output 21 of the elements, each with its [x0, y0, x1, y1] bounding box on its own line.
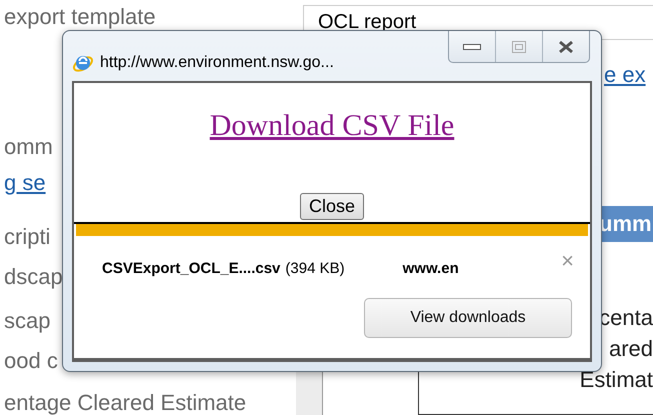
column-header: ared	[608, 335, 653, 363]
minimize-icon	[463, 44, 481, 50]
field-label: ood c	[4, 348, 58, 374]
close-icon	[557, 38, 575, 54]
column-header: Estimat	[580, 366, 653, 394]
view-downloads-button[interactable]: View downloads	[364, 298, 572, 338]
window-title: http://www.environment.nsw.go...	[100, 54, 334, 72]
field-label: dscap	[4, 264, 63, 290]
maximize-icon	[512, 40, 526, 52]
download-source: www.en	[402, 260, 459, 276]
field-label: cripti	[4, 224, 50, 250]
file-size: (394 KB)	[285, 260, 345, 276]
export-link[interactable]: e ex	[604, 62, 653, 88]
field-label: omm	[4, 134, 53, 160]
field-label: scap	[4, 308, 50, 334]
settings-link[interactable]: g se	[4, 170, 46, 196]
file-name: CSVExport_OCL_E....csv	[102, 260, 280, 276]
download-link[interactable]: Download CSV File	[210, 109, 454, 143]
field-label: entage Cleared Estimate	[4, 390, 246, 415]
close-dialog-button[interactable]: Close	[300, 193, 364, 220]
field-label: export template	[4, 4, 156, 30]
